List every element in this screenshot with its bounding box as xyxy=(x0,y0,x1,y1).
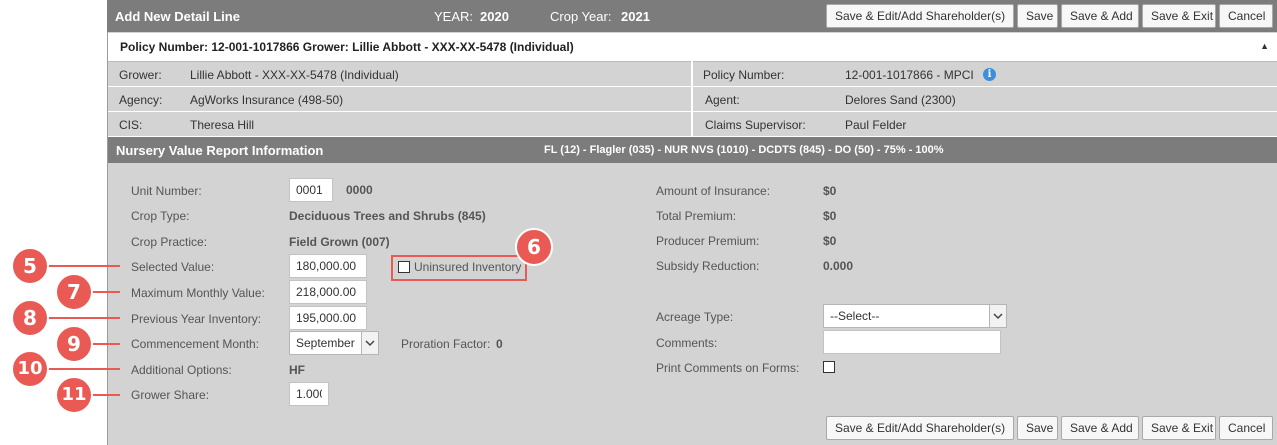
page-title: Add New Detail Line xyxy=(115,9,240,24)
commencement-month-value: September xyxy=(296,336,355,350)
unit-number-input[interactable] xyxy=(289,178,333,202)
callout-badge-8: 8 xyxy=(11,299,49,337)
additional-options-label: Additional Options: xyxy=(131,363,232,377)
commencement-month-select[interactable]: September xyxy=(289,331,379,355)
policy-number-label: Policy Number: xyxy=(703,68,785,82)
selected-value-input[interactable] xyxy=(289,254,367,278)
crop-year-value: 2021 xyxy=(621,9,650,24)
caret-up-icon[interactable]: ▲ xyxy=(1260,41,1269,51)
policy-number-value: 12-001-1017866 - MPCI xyxy=(845,68,974,82)
claims-supervisor-label: Claims Supervisor: xyxy=(705,118,806,132)
unit-number-label: Unit Number: xyxy=(131,184,202,198)
save-exit-button-top[interactable]: Save & Exit xyxy=(1142,4,1216,28)
agent-value: Delores Sand (2300) xyxy=(845,93,956,107)
max-monthly-value-input[interactable] xyxy=(289,280,367,304)
cancel-button-top[interactable]: Cancel xyxy=(1219,4,1273,28)
save-button-bottom[interactable]: Save xyxy=(1017,416,1058,440)
info-icon[interactable]: i xyxy=(983,68,996,81)
cis-value: Theresa Hill xyxy=(190,118,255,132)
crop-year-label: Crop Year: xyxy=(550,9,612,24)
callout-connector-10 xyxy=(40,368,120,370)
total-premium-value: $0 xyxy=(823,209,837,223)
callout-badge-6: 6 xyxy=(515,228,553,266)
callout-badge-10: 10 xyxy=(11,350,49,388)
year-label: YEAR: xyxy=(434,9,474,24)
save-edit-shareholders-button-bottom[interactable]: Save & Edit/Add Shareholder(s) xyxy=(826,416,1014,440)
comments-label: Comments: xyxy=(656,336,718,350)
agent-label: Agent: xyxy=(705,93,740,107)
callout-badge-7: 7 xyxy=(55,273,93,311)
crop-type-value: Deciduous Trees and Shrubs (845) xyxy=(289,209,486,223)
save-exit-button-bottom[interactable]: Save & Exit xyxy=(1142,416,1216,440)
subsidy-reduction-value: 0.000 xyxy=(823,259,854,273)
save-add-button-top[interactable]: Save & Add xyxy=(1061,4,1139,28)
total-premium-label: Total Premium: xyxy=(656,209,737,223)
prev-year-inventory-input[interactable] xyxy=(289,306,367,330)
policy-summary-bar[interactable]: Policy Number: 12-001-1017866 Grower: Li… xyxy=(108,33,1277,62)
acreage-type-value: --Select-- xyxy=(830,309,880,323)
callout-connector-5 xyxy=(40,265,120,267)
amount-of-insurance-label: Amount of Insurance: xyxy=(656,184,771,198)
acreage-type-select[interactable]: --Select-- xyxy=(823,304,1007,328)
unit-number-suffix: 0000 xyxy=(346,183,373,197)
producer-premium-value: $0 xyxy=(823,234,837,248)
save-edit-shareholders-button-top[interactable]: Save & Edit/Add Shareholder(s) xyxy=(826,4,1014,28)
acreage-type-label: Acreage Type: xyxy=(656,310,734,324)
print-comments-label: Print Comments on Forms: xyxy=(656,361,800,375)
selected-value-label: Selected Value: xyxy=(131,260,215,274)
callout-connector-11 xyxy=(90,394,120,396)
callout-badge-9: 9 xyxy=(55,325,93,363)
cancel-button-bottom[interactable]: Cancel xyxy=(1219,416,1273,440)
section-header: Nursery Value Report Information FL (12)… xyxy=(108,137,1277,163)
agency-value: AgWorks Insurance (498-50) xyxy=(190,93,344,107)
section-title: Nursery Value Report Information xyxy=(116,143,324,158)
save-add-button-bottom[interactable]: Save & Add xyxy=(1061,416,1139,440)
comments-input[interactable] xyxy=(823,330,1001,354)
uninsured-inventory-label: Uninsured Inventory xyxy=(414,260,522,274)
crop-type-label: Crop Type: xyxy=(131,209,190,223)
section-crop-info: FL (12) - Flagler (035) - NUR NVS (1010)… xyxy=(544,144,944,156)
chevron-down-icon xyxy=(989,305,1006,327)
callout-connector-9 xyxy=(90,343,120,345)
policy-summary-text: Policy Number: 12-001-1017866 Grower: Li… xyxy=(120,40,574,54)
subsidy-reduction-label: Subsidy Reduction: xyxy=(656,259,760,273)
commencement-month-label: Commencement Month: xyxy=(131,337,260,351)
crop-practice-value: Field Grown (007) xyxy=(289,235,390,249)
grower-value: Lillie Abbott - XXX-XX-5478 (Individual) xyxy=(190,68,399,82)
proration-factor-value: 0 xyxy=(496,337,503,351)
claims-supervisor-value: Paul Felder xyxy=(845,118,907,132)
max-monthly-value-label: Maximum Monthly Value: xyxy=(131,286,265,300)
save-button-top[interactable]: Save xyxy=(1017,4,1058,28)
additional-options-value: HF xyxy=(289,363,305,377)
print-comments-checkbox[interactable] xyxy=(823,361,835,373)
callout-badge-5: 5 xyxy=(11,247,49,285)
info-divider xyxy=(691,61,693,137)
callout-connector-7 xyxy=(90,291,120,293)
grower-label: Grower: xyxy=(119,68,162,82)
producer-premium-label: Producer Premium: xyxy=(656,234,760,248)
grower-share-label: Grower Share: xyxy=(131,388,210,402)
chevron-down-icon xyxy=(361,332,378,354)
uninsured-inventory-checkbox[interactable] xyxy=(398,261,410,273)
callout-badge-11: 11 xyxy=(55,376,93,414)
grower-share-input[interactable] xyxy=(289,382,329,406)
amount-of-insurance-value: $0 xyxy=(823,184,837,198)
prev-year-inventory-label: Previous Year Inventory: xyxy=(131,312,262,326)
cis-label: CIS: xyxy=(119,118,143,132)
callout-connector-8 xyxy=(40,317,120,319)
proration-factor-label: Proration Factor: xyxy=(401,337,491,351)
crop-practice-label: Crop Practice: xyxy=(131,235,208,249)
year-value: 2020 xyxy=(480,9,509,24)
agency-label: Agency: xyxy=(119,93,163,107)
